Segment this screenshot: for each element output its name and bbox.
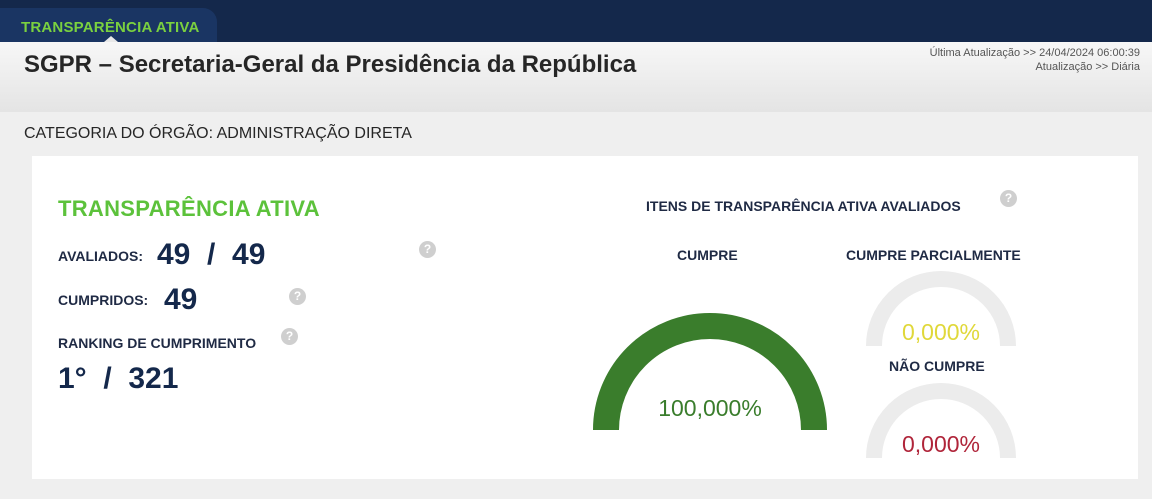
gauge-value-cumpre: 100,000% bbox=[658, 395, 762, 421]
gauges-canvas: 100,000% 0,000% 0,000% bbox=[593, 271, 1016, 459]
gauge-value-cumpre-parcialmente: 0,000% bbox=[902, 319, 980, 345]
gauge-value-nao-cumpre: 0,000% bbox=[902, 431, 980, 457]
